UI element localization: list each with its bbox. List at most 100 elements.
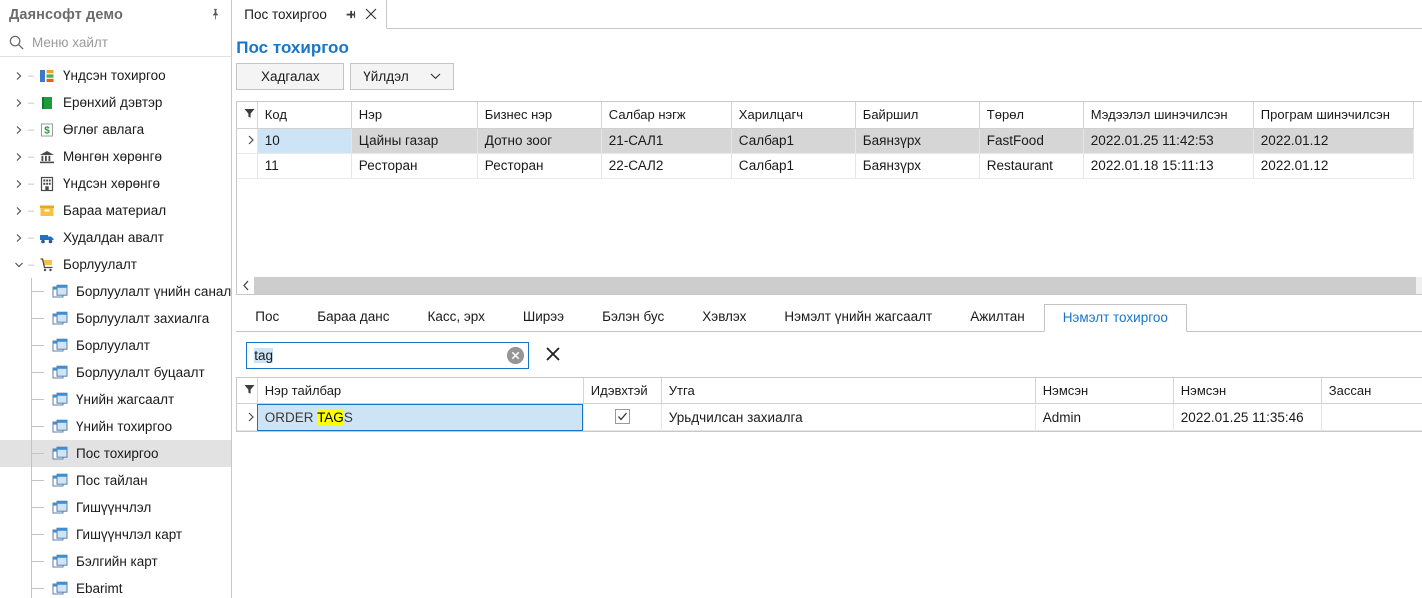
sidebar-item-2[interactable]: – $ Өглөг авлага (0, 116, 231, 143)
table-cell[interactable]: 2022.01.12 (1253, 153, 1414, 179)
table-cell[interactable]: Урьдчилсан захиалга (661, 403, 1036, 431)
name-edit-cell[interactable]: ORDER TAGS (257, 403, 584, 431)
column-header[interactable]: Нэмсэн (1173, 377, 1322, 404)
column-header[interactable]: Програм шинэчилсэн (1253, 102, 1414, 129)
tab-2[interactable]: Касс, эрх (409, 303, 504, 331)
tab-0[interactable]: Пос (236, 303, 298, 331)
sidebar-tree[interactable]: – Үндсэн тохиргоо – Ерөнхий дэвтэр – $ Өглөг а… (0, 57, 232, 598)
table-cell[interactable]: Admin (1035, 403, 1174, 431)
sidebar-item-10[interactable]: Борлуулалт (0, 332, 231, 359)
column-header[interactable]: Код (257, 102, 352, 129)
main-grid-hscrollbar[interactable] (237, 276, 1422, 294)
table-cell[interactable]: Салбар1 (731, 153, 856, 179)
column-header[interactable]: Нэр тайлбар (257, 377, 584, 404)
hscroll-track[interactable] (254, 277, 1422, 294)
table-cell[interactable]: 21-САЛ1 (601, 128, 732, 154)
table-cell[interactable]: 10 (257, 128, 352, 154)
sidebar-item-19[interactable]: Ebarimt (0, 575, 231, 598)
tab-8[interactable]: Нэмэлт тохиргоо (1043, 303, 1187, 332)
column-header[interactable]: Утга (661, 377, 1036, 404)
column-header[interactable]: Байршил (855, 102, 980, 129)
column-header[interactable]: Идэвхтэй (583, 377, 662, 404)
sidebar-item-6[interactable]: – Худалдан авалт (0, 224, 231, 251)
table-row[interactable]: ORDER TAGS Урьдчилсан захиалга Admin 2022.0… (237, 403, 1422, 431)
tab-6[interactable]: Нэмэлт үнийн жагсаалт (765, 303, 951, 331)
sidebar-item-16[interactable]: Гишүүнчлэл (0, 494, 231, 521)
column-header[interactable]: Нэр (351, 102, 478, 129)
chevron-right-icon[interactable] (12, 233, 26, 243)
sidebar-item-15[interactable]: Пос тайлан (0, 467, 231, 494)
column-header[interactable]: Бизнес нэр (477, 102, 602, 129)
chevron-right-icon[interactable] (12, 206, 26, 216)
column-header[interactable]: Мэдээлэл шинэчилсэн (1083, 102, 1254, 129)
sidebar-item-12[interactable]: Үнийн жагсаалт (0, 386, 231, 413)
tab-7[interactable]: Ажилтан (951, 303, 1043, 331)
tab-4[interactable]: Бэлэн бус (583, 303, 683, 331)
row-indicator[interactable] (237, 153, 258, 179)
table-cell[interactable]: Цайны газар (351, 128, 478, 154)
row-expand-icon[interactable] (237, 403, 258, 431)
sidebar-search[interactable]: Меню хайлт (0, 29, 232, 57)
save-button[interactable]: Хадгалах (236, 63, 345, 90)
search-input[interactable]: tag (246, 341, 530, 369)
table-cell[interactable]: Баянзүрх (855, 153, 980, 179)
table-cell[interactable]: Дотно зоог (477, 128, 602, 154)
tab-5[interactable]: Хэвлэх (683, 303, 765, 331)
pin-tab-icon[interactable] (344, 6, 360, 22)
table-cell[interactable]: Ресторан (351, 153, 478, 179)
chevron-right-icon[interactable] (12, 98, 26, 108)
chevron-right-icon[interactable] (12, 152, 26, 162)
sidebar-item-5[interactable]: – Бараа материал (0, 197, 231, 224)
table-cell[interactable]: Ресторан (477, 153, 602, 179)
sidebar-item-17[interactable]: Гишүүнчлэл карт (0, 521, 231, 548)
table-cell[interactable]: 2022.01.12 (1253, 128, 1414, 154)
filter-icon[interactable] (237, 377, 258, 404)
sidebar-item-9[interactable]: Борлуулалт захиалга (0, 305, 231, 332)
clear-circle-icon[interactable] (507, 346, 525, 364)
table-cell[interactable]: 2022.01.25 11:42:53 (1083, 128, 1254, 154)
sidebar-item-13[interactable]: Үнийн тохиргоо (0, 413, 231, 440)
action-dropdown-button[interactable]: Үйлдэл (350, 63, 455, 90)
chevron-right-icon[interactable] (12, 125, 26, 135)
filter-icon[interactable] (237, 102, 258, 129)
table-cell[interactable]: 2022.01.18 15:11:13 (1083, 153, 1254, 179)
table-cell[interactable]: Салбар1 (731, 128, 856, 154)
active-checkbox[interactable] (583, 403, 662, 431)
chevron-left-icon[interactable] (237, 277, 255, 294)
detail-tabstrip[interactable]: Пос Бараа данс Касс, эрх Ширээ Бэлэн бус Хэвл… (236, 301, 1422, 332)
table-cell[interactable]: FastFood (979, 128, 1084, 154)
tab-1[interactable]: Бараа данс (298, 303, 408, 331)
sidebar-item-0[interactable]: – Үндсэн тохиргоо (0, 62, 231, 89)
table-cell[interactable]: 11 (257, 153, 352, 179)
close-icon[interactable] (364, 7, 379, 22)
check-icon[interactable] (614, 409, 630, 424)
sidebar-item-14[interactable]: Пос тохиргоо (0, 440, 232, 467)
sidebar-item-4[interactable]: – Үндсэн хөрөнгө (0, 170, 231, 197)
sidebar-item-18[interactable]: Бэлгийн карт (0, 548, 231, 575)
chevron-right-icon[interactable] (12, 71, 26, 81)
column-header[interactable]: Салбар нэгж (601, 102, 732, 129)
sidebar-item-1[interactable]: – Ерөнхий дэвтэр (0, 89, 231, 116)
table-cell[interactable]: Баянзүрх (855, 128, 980, 154)
sidebar-item-3[interactable]: – Мөнгөн хөрөнгө (0, 143, 231, 170)
sidebar-item-8[interactable]: Борлуулалт үнийн санал (0, 278, 231, 305)
tab-3[interactable]: Ширээ (504, 303, 583, 331)
table-row[interactable]: 11 Ресторан Ресторан 22-САЛ2 Салбар1 Баянзүрх… (237, 153, 1414, 179)
row-expand-icon[interactable] (237, 128, 258, 154)
table-row[interactable]: 10 Цайны газар Дотно зоог 21-САЛ1 Салбар1 Бая… (237, 128, 1414, 154)
column-header[interactable]: Зассан (1321, 377, 1422, 404)
chevron-down-icon[interactable] (12, 260, 26, 270)
table-cell[interactable] (1321, 403, 1422, 431)
column-header[interactable]: Нэмсэн (1035, 377, 1174, 404)
document-tab[interactable]: Пос тохиргоо (232, 0, 387, 29)
close-x-icon[interactable] (545, 346, 561, 365)
hscroll-thumb[interactable] (254, 277, 1416, 294)
column-header[interactable]: Харилцагч (731, 102, 856, 129)
chevron-right-icon[interactable] (12, 179, 26, 189)
column-header[interactable]: Төрөл (979, 102, 1084, 129)
sidebar-item-7[interactable]: – Борлуулалт (0, 251, 231, 278)
table-cell[interactable]: 22-САЛ2 (601, 153, 732, 179)
pin-icon[interactable] (207, 7, 223, 23)
table-cell[interactable]: 2022.01.25 11:35:46 (1173, 403, 1322, 431)
sidebar-item-11[interactable]: Борлуулалт буцаалт (0, 359, 231, 386)
